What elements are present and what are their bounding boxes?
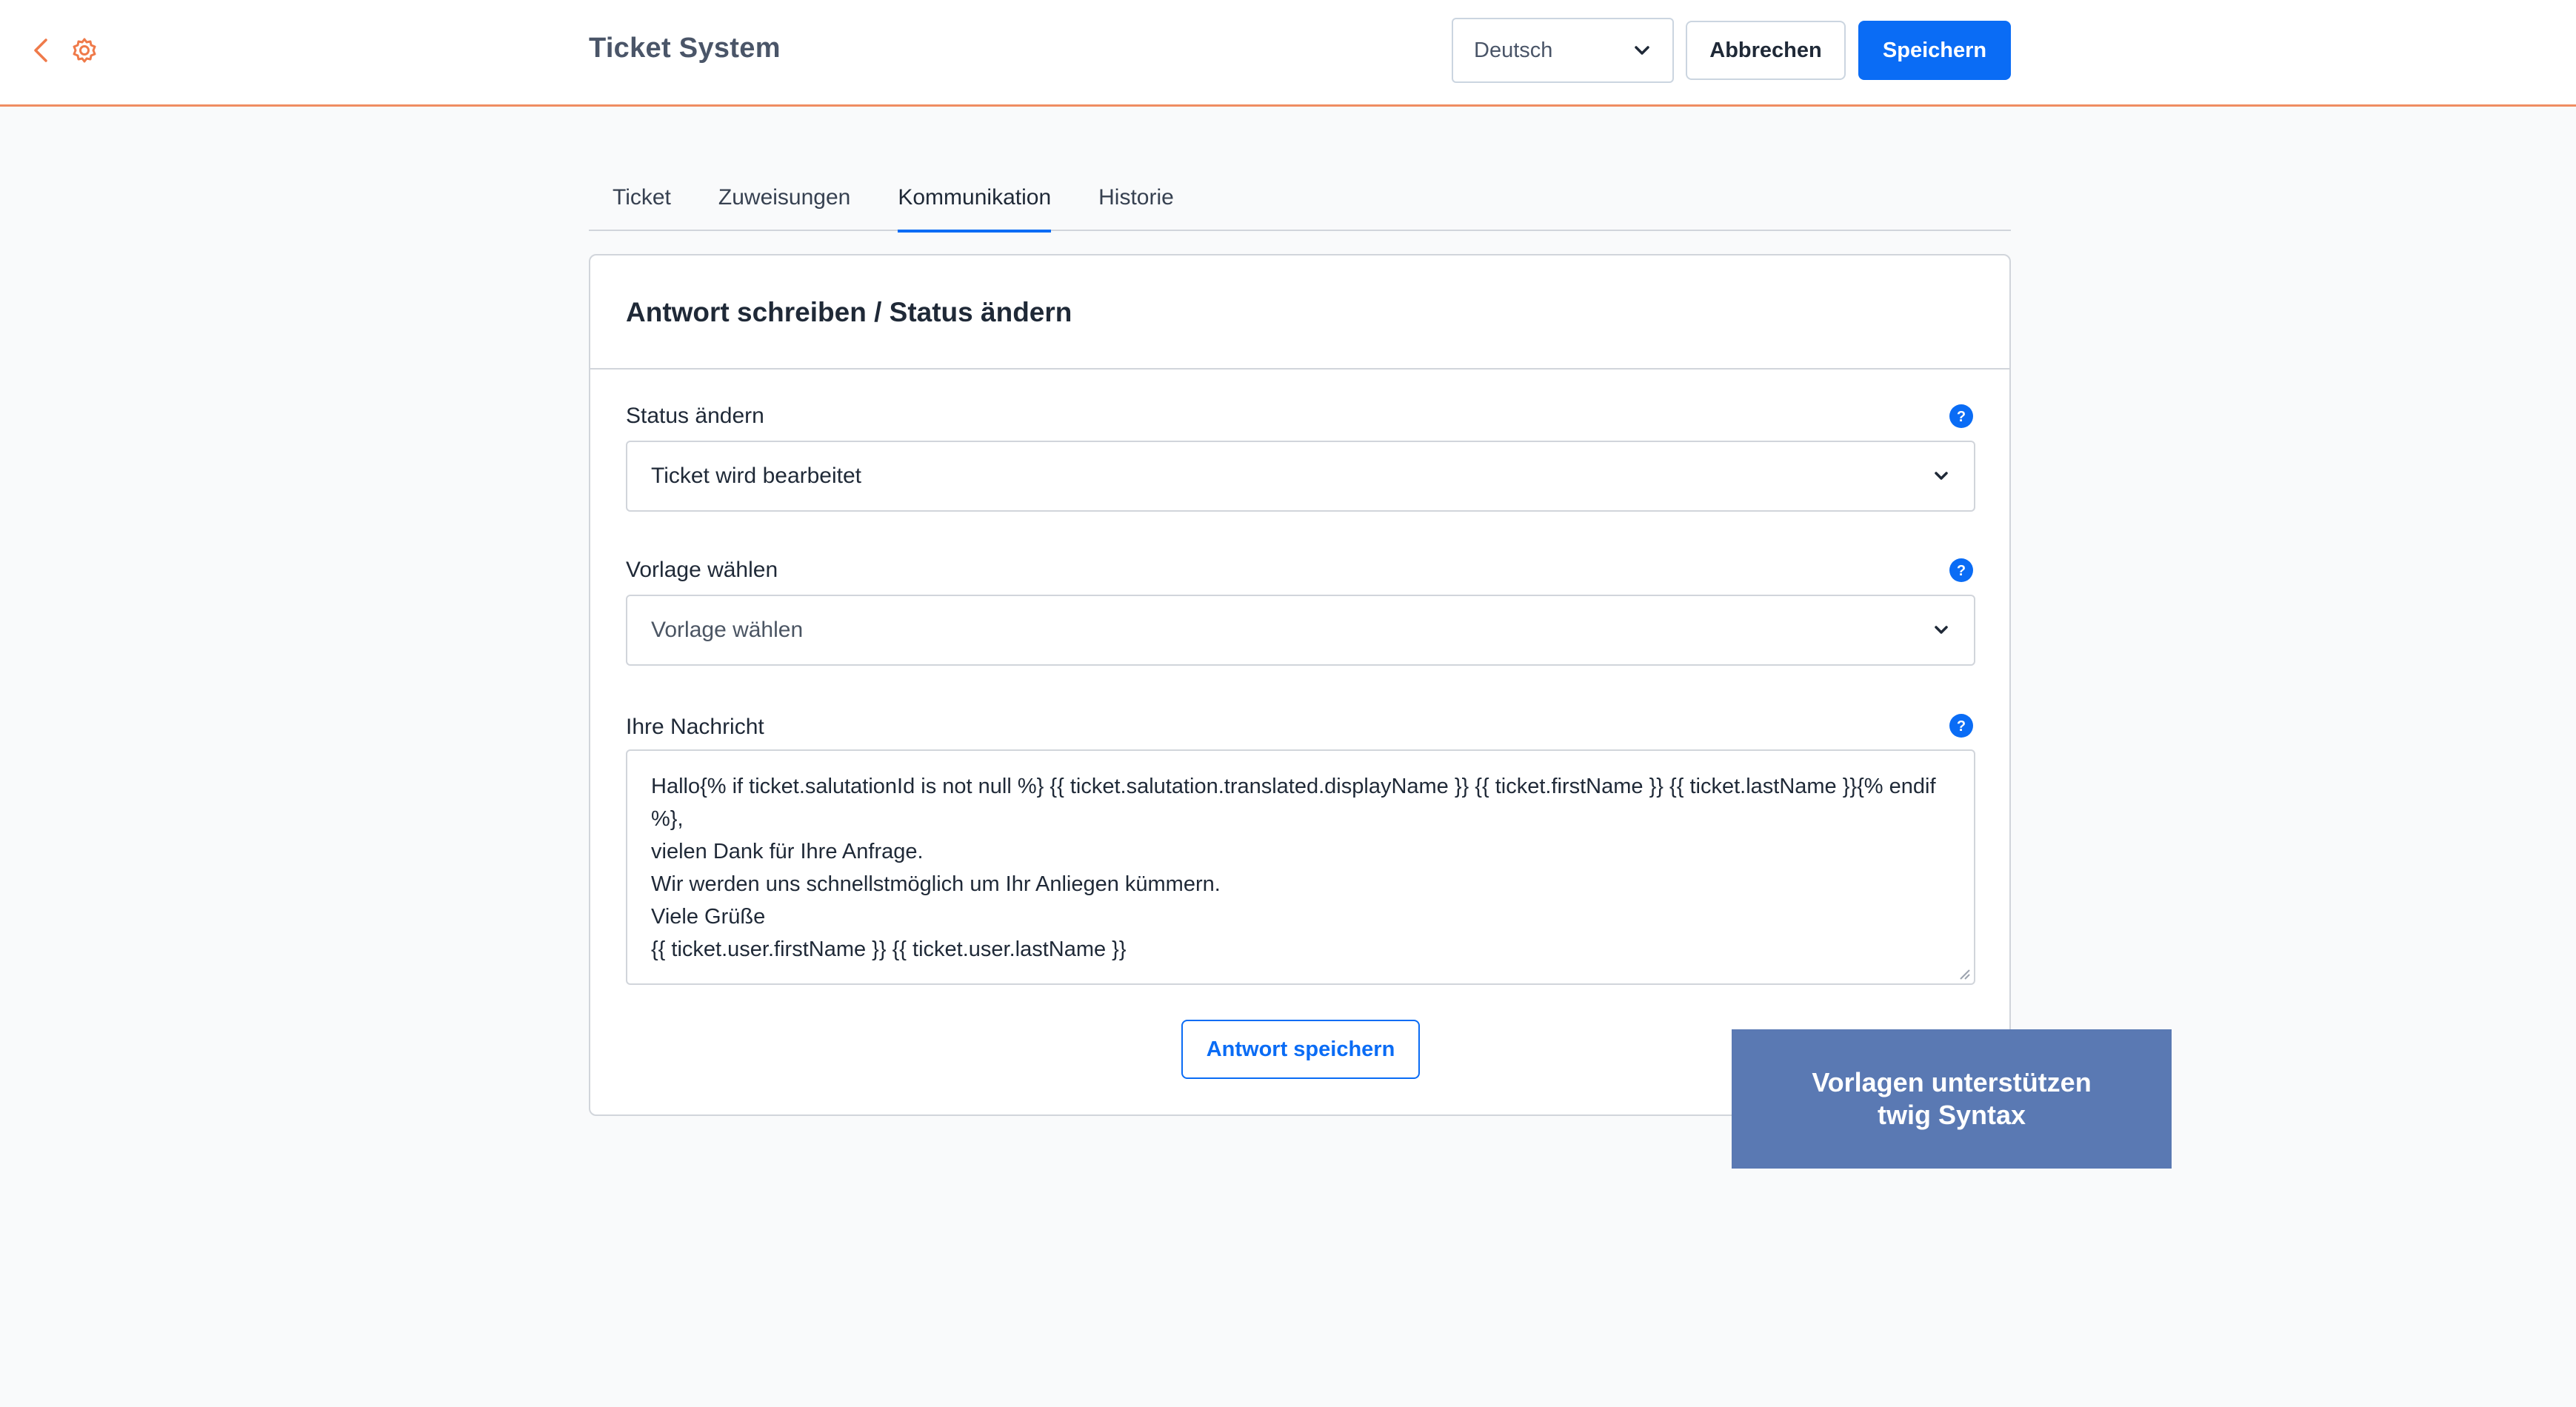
template-select-placeholder: Vorlage wählen [651,618,804,642]
template-label: Vorlage wählen [626,558,778,582]
tab-kommunikation[interactable]: Kommunikation [874,175,1075,233]
help-icon[interactable]: ? [1949,558,1974,583]
template-select[interactable]: Vorlage wählen [626,595,1975,666]
tab-historie[interactable]: Historie [1075,175,1198,231]
save-answer-button[interactable]: Antwort speichern [1181,1020,1420,1079]
status-label: Status ändern [626,404,764,428]
chevron-down-icon [1935,472,1948,480]
message-line: {{ ticket.user.firstName }} {{ ticket.us… [651,938,1127,961]
resize-handle-icon[interactable] [1958,967,1971,980]
message-textarea[interactable]: Hallo{% if ticket.salutationId is not nu… [626,749,1975,985]
status-select[interactable]: Ticket wird bearbeitet [626,441,1975,512]
template-info-callout: Vorlagen unterstützen twig Syntax [1732,1029,2172,1169]
callout-line: Vorlagen unterstützen [1812,1067,2092,1097]
chevron-down-icon [1635,46,1649,55]
tab-bar: Ticket Zuweisungen Kommunikation Histori… [589,175,2011,233]
svg-text:?: ? [1957,409,1966,425]
message-line: Hallo{% if ticket.salutationId is not nu… [651,775,1936,831]
cancel-button[interactable]: Abbrechen [1686,21,1846,80]
card-header: Antwort schreiben / Status ändern [590,255,2009,370]
message-label: Ihre Nachricht [626,715,764,739]
card-title: Antwort schreiben / Status ändern [626,297,1072,327]
status-select-value: Ticket wird bearbeitet [651,464,862,488]
gear-icon[interactable] [70,36,99,65]
message-line: Viele Grüße [651,905,766,929]
language-select[interactable]: Deutsch [1452,18,1674,83]
callout-line: twig Syntax [1877,1100,2026,1130]
back-arrow-icon[interactable] [28,36,55,65]
save-button[interactable]: Speichern [1858,21,2011,80]
language-select-value: Deutsch [1474,38,1553,62]
top-bar: Ticket System Deutsch Abbrechen Speicher… [0,0,2576,107]
message-line: Wir werden uns schnellstmöglich um Ihr A… [651,872,1221,896]
tab-ticket[interactable]: Ticket [589,175,695,231]
chevron-down-icon [1935,626,1948,634]
svg-text:?: ? [1957,718,1966,735]
tab-zuweisungen[interactable]: Zuweisungen [695,175,874,231]
svg-text:?: ? [1957,563,1966,579]
reply-card: Antwort schreiben / Status ändern Status… [589,254,2011,1116]
help-icon[interactable]: ? [1949,404,1974,429]
message-line: vielen Dank für Ihre Anfrage. [651,840,924,863]
help-icon[interactable]: ? [1949,713,1974,738]
app-title: Ticket System [589,33,781,64]
